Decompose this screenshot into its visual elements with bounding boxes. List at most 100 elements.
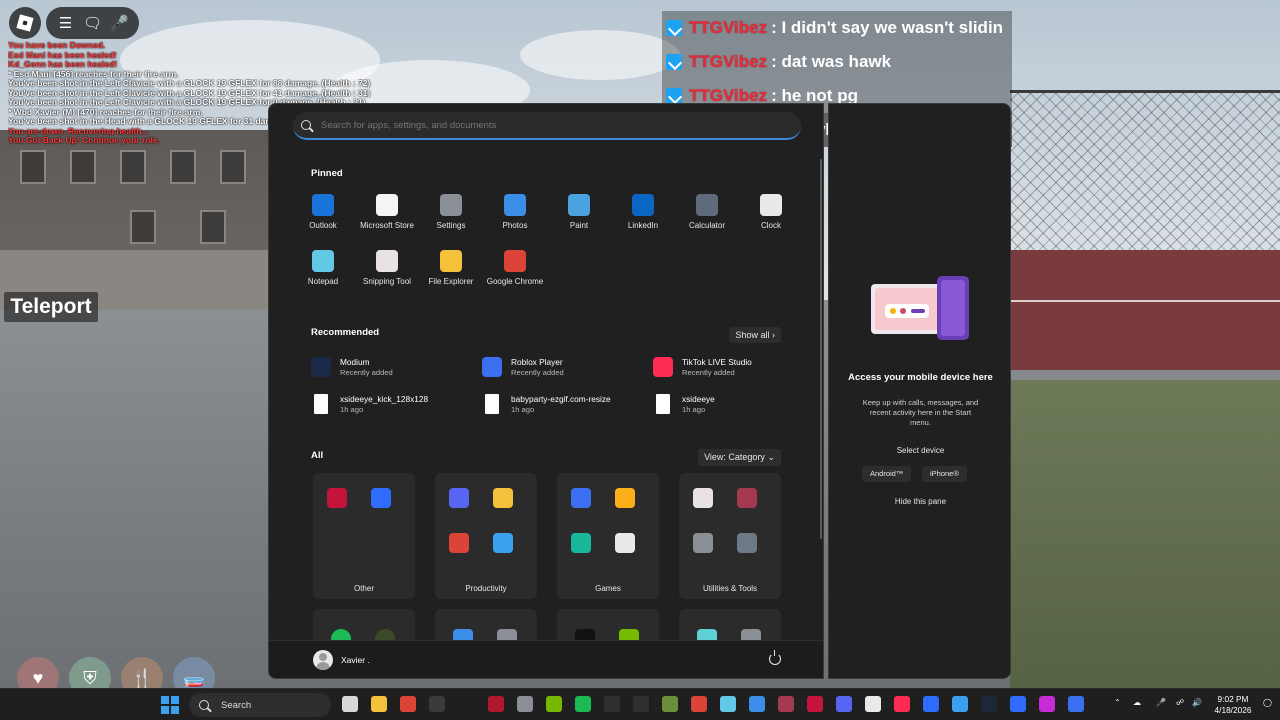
minecraft-icon[interactable] bbox=[662, 696, 678, 712]
building-window bbox=[120, 150, 146, 184]
modium-icon bbox=[371, 488, 391, 508]
log-line: You've been shot in the Left Clavicle wi… bbox=[8, 88, 371, 98]
category-folder[interactable]: Utilities & Tools bbox=[679, 473, 781, 599]
search-icon bbox=[301, 120, 311, 130]
pinned-app-label: File Explorer bbox=[428, 277, 474, 286]
pinned-app[interactable]: Clock bbox=[739, 194, 803, 230]
pinned-app[interactable]: LinkedIn bbox=[611, 194, 675, 230]
category-folder[interactable]: Other bbox=[313, 473, 415, 599]
pinned-app[interactable]: Settings bbox=[419, 194, 483, 230]
chat-message: TTGVibez: dat was hawk bbox=[662, 45, 1012, 79]
desktop-icon[interactable] bbox=[952, 696, 968, 712]
ea-icon bbox=[571, 533, 591, 553]
recommended-name: babyparty-ezgif.com-resize bbox=[511, 394, 611, 404]
verified-icon bbox=[666, 20, 682, 36]
nvidia-icon[interactable] bbox=[546, 696, 562, 712]
pen-icon[interactable] bbox=[1039, 696, 1055, 712]
modium-icon[interactable] bbox=[923, 696, 939, 712]
pinned-app[interactable]: Microsoft Store bbox=[355, 194, 419, 230]
chat-username[interactable]: TTGVibez bbox=[689, 18, 767, 38]
pane-description: Keep up with calls, messages, and recent… bbox=[862, 398, 979, 427]
onedrive-icon[interactable]: ☁ bbox=[1133, 698, 1141, 707]
discord-icon bbox=[449, 488, 469, 508]
logitech-icon[interactable] bbox=[633, 696, 649, 712]
taskbar-search[interactable]: Search bbox=[189, 693, 331, 717]
obs-icon[interactable] bbox=[429, 696, 445, 712]
recommended-item[interactable]: TikTok LIVE Studio Recently added bbox=[653, 357, 752, 377]
avatar[interactable] bbox=[313, 650, 333, 670]
roblox-menu-button[interactable] bbox=[9, 7, 41, 39]
epic-games-icon[interactable] bbox=[604, 696, 620, 712]
pinned-app[interactable]: Paint bbox=[547, 194, 611, 230]
view-category-button[interactable]: View: Category ⌄ bbox=[698, 449, 781, 466]
fl-studio-icon[interactable] bbox=[488, 696, 504, 712]
chat-icon[interactable]: 🗨 bbox=[83, 16, 103, 31]
show-all-button[interactable]: Show all › bbox=[729, 327, 781, 343]
rockstar-icon bbox=[615, 488, 635, 508]
category-folder[interactable]: Games bbox=[557, 473, 659, 599]
chat-username[interactable]: TTGVibez bbox=[689, 52, 767, 72]
microphone-icon[interactable]: 🎤 bbox=[110, 16, 130, 31]
photos-icon[interactable] bbox=[749, 696, 765, 712]
pinned-app[interactable]: Notepad bbox=[291, 250, 355, 286]
iphone-button[interactable]: iPhone® bbox=[922, 466, 967, 482]
winrar-icon[interactable] bbox=[778, 696, 794, 712]
teleport-button[interactable]: Teleport bbox=[4, 292, 98, 322]
hamburger-icon[interactable]: ☰ bbox=[56, 16, 76, 31]
recommended-item[interactable]: Modium Recently added bbox=[311, 357, 393, 377]
chevron-up-icon[interactable]: ⌃ bbox=[1114, 698, 1121, 707]
game-icon[interactable] bbox=[865, 696, 881, 712]
pinned-app[interactable]: Outlook bbox=[291, 194, 355, 230]
start-search-input[interactable] bbox=[321, 119, 721, 131]
start-search-box[interactable] bbox=[293, 112, 801, 140]
category-folder[interactable]: Productivity bbox=[435, 473, 537, 599]
microphone-icon[interactable]: 🎤 bbox=[1156, 698, 1166, 707]
settings-icon[interactable] bbox=[517, 696, 533, 712]
recommended-sub: Recently added bbox=[511, 368, 564, 377]
recommended-text: xsideeye 1h ago bbox=[682, 394, 715, 414]
notepad-icon[interactable] bbox=[720, 696, 736, 712]
task-view-icon[interactable] bbox=[342, 696, 358, 712]
recommended-item[interactable]: xsideeye_kick_128x128 1h ago bbox=[311, 394, 428, 414]
chevron-down-icon: ⌄ bbox=[767, 452, 775, 462]
pinned-app[interactable]: File Explorer bbox=[419, 250, 483, 286]
roblox-icon[interactable] bbox=[1068, 696, 1084, 712]
category-icons bbox=[449, 488, 523, 558]
notification-icon[interactable]: ◯ bbox=[1263, 698, 1272, 707]
pinned-app[interactable]: Google Chrome bbox=[483, 250, 547, 286]
snipping-tool-icon bbox=[376, 250, 398, 272]
pinned-app[interactable]: Photos bbox=[483, 194, 547, 230]
file-explorer-icon[interactable] bbox=[371, 696, 387, 712]
log-line: You've been shot in the Left Clavicle wi… bbox=[8, 79, 371, 88]
network-icon[interactable]: ☍ bbox=[1176, 698, 1184, 707]
spotify-icon[interactable] bbox=[575, 696, 591, 712]
chrome-profile-icon[interactable] bbox=[691, 696, 707, 712]
modium2-icon[interactable] bbox=[1010, 696, 1026, 712]
steam-icon[interactable] bbox=[981, 696, 997, 712]
chrome-icon[interactable] bbox=[400, 696, 416, 712]
pinned-app[interactable]: Snipping Tool bbox=[355, 250, 419, 286]
chat-text: : I didn't say we wasn't slidin bbox=[771, 18, 1004, 37]
recommended-item[interactable]: Roblox Player Recently added bbox=[482, 357, 564, 377]
power-icon[interactable] bbox=[769, 650, 781, 665]
pinned-app[interactable]: Calculator bbox=[675, 194, 739, 230]
hide-pane-link[interactable]: Hide this pane bbox=[829, 497, 1012, 506]
volume-icon[interactable]: 🔊 bbox=[1192, 698, 1202, 707]
pinned-app-label: Outlook bbox=[309, 221, 337, 230]
tiktok-live-icon[interactable] bbox=[894, 696, 910, 712]
obs-icon bbox=[327, 533, 347, 553]
recommended-item[interactable]: babyparty-ezgif.com-resize 1h ago bbox=[482, 394, 611, 414]
clock[interactable]: 9:02 PM 4/18/2026 bbox=[1210, 694, 1256, 716]
android-button[interactable]: Android™ bbox=[862, 466, 912, 482]
user-name[interactable]: Xavier . bbox=[341, 655, 370, 665]
start-scrollbar[interactable] bbox=[820, 159, 822, 539]
affinity-icon[interactable] bbox=[807, 696, 823, 712]
category-label: Games bbox=[595, 584, 621, 593]
discord-icon[interactable] bbox=[836, 696, 852, 712]
pinned-title: Pinned bbox=[311, 168, 343, 179]
category-label: Other bbox=[353, 584, 374, 593]
recommended-item[interactable]: xsideeye 1h ago bbox=[653, 394, 715, 414]
roblox-icon bbox=[482, 357, 502, 377]
windows-start-button[interactable] bbox=[161, 696, 179, 714]
widgets-icon bbox=[493, 533, 513, 553]
